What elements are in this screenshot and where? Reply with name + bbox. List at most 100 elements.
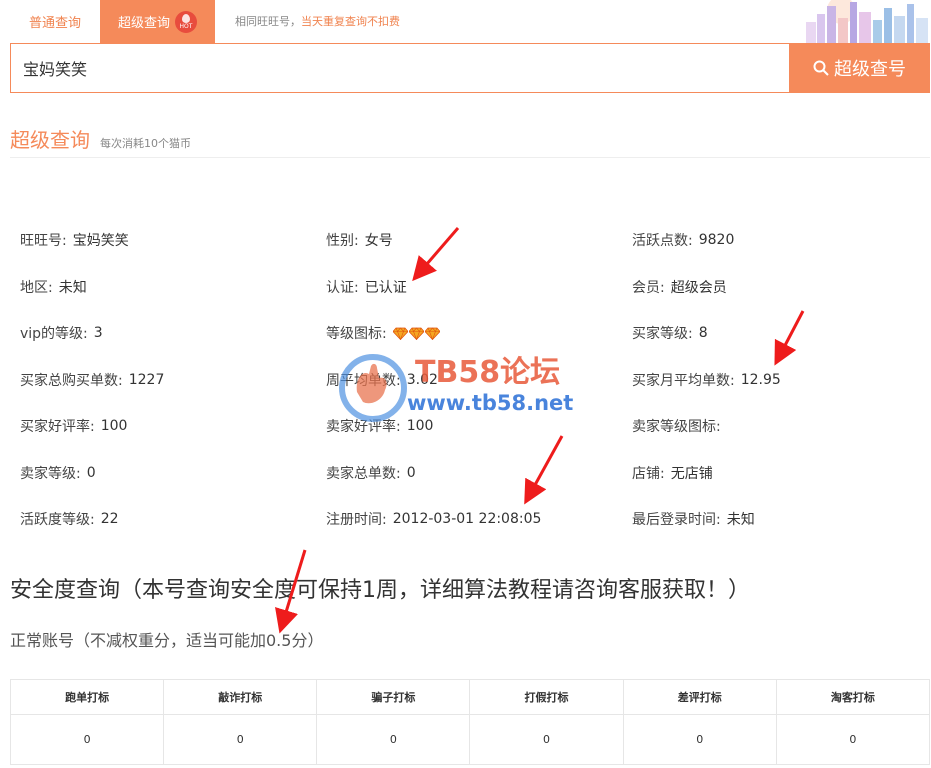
info-vip-level: vip的等级: 3 xyxy=(20,318,326,348)
info-level-icon: 等级图标: xyxy=(326,318,632,348)
info-value: 9820 xyxy=(698,232,735,248)
hot-badge-text: HOT xyxy=(179,22,193,30)
info-label: 会员: xyxy=(632,279,665,296)
tab-normal-query-label: 普通查询 xyxy=(28,16,81,31)
info-buyer-monthly-avg: 买家月平均单数: 12.95 xyxy=(632,365,930,395)
table-cell: 0 xyxy=(622,714,777,765)
info-shop: 店铺: 无店铺 xyxy=(632,458,930,488)
info-gender: 性别: 女号 xyxy=(326,225,632,255)
account-info-grid: 旺旺号: 宝妈笑笑 性别: 女号 活跃点数: 9820 地区: 未知 认证: 已认证 会员… xyxy=(20,225,930,551)
info-buyer-good-rate: 买家好评率: 100 xyxy=(20,411,326,441)
info-value: 超级会员 xyxy=(670,279,727,296)
info-value: 3 xyxy=(93,325,103,341)
info-value: 1227 xyxy=(128,371,165,388)
table-cell: 0 xyxy=(469,714,624,765)
tab-normal-query[interactable]: 普通查询 xyxy=(10,0,100,43)
info-value: 100 xyxy=(100,418,128,434)
info-label: 活跃点数: xyxy=(632,233,693,249)
info-last-login: 最后登录时间: 未知 xyxy=(632,504,930,534)
info-value: 未知 xyxy=(726,512,755,528)
info-label: 旺旺号: xyxy=(20,233,67,249)
tab-super-query[interactable]: 超级查询 HOT xyxy=(100,0,215,43)
info-seller-level: 卖家等级: 0 xyxy=(20,458,326,488)
section-header: 超级查询 每次消耗10个猫币 xyxy=(10,124,930,158)
info-label: 卖家好评率: xyxy=(326,419,401,435)
query-tabs: 普通查询 超级查询 HOT xyxy=(10,0,215,43)
info-label: 最后登录时间: xyxy=(632,512,721,528)
info-label: 卖家等级: xyxy=(20,465,81,482)
info-value: 22 xyxy=(100,511,119,527)
table-header: 敲诈打标 xyxy=(163,679,318,715)
diamond-icon xyxy=(424,327,440,340)
search-icon xyxy=(813,60,829,76)
table-header: 跑单打标 xyxy=(9,679,165,715)
info-label: 买家月平均单数: xyxy=(632,372,735,389)
tip-normal: 相同旺旺号， xyxy=(235,15,301,28)
super-search-button-label: 超级查号 xyxy=(834,59,906,80)
info-label: 认证: xyxy=(326,279,359,296)
info-seller-good-rate: 卖家好评率: 100 xyxy=(326,411,632,441)
info-value: 0 xyxy=(406,464,416,481)
table-header: 打假打标 xyxy=(469,679,624,715)
info-label: vip的等级: xyxy=(20,326,88,342)
table-header: 差评打标 xyxy=(622,679,777,715)
info-value: 未知 xyxy=(58,279,87,296)
info-wangwang: 旺旺号: 宝妈笑笑 xyxy=(20,225,326,255)
info-label: 地区: xyxy=(20,279,53,296)
super-search-button[interactable]: 超级查号 xyxy=(789,44,929,92)
hot-flame-icon: HOT xyxy=(175,10,197,33)
info-region: 地区: 未知 xyxy=(20,272,326,302)
table-cell: 0 xyxy=(775,714,931,765)
table-cell: 0 xyxy=(316,714,471,765)
safety-title: 安全度查询（本号查询安全度可保持1周，详细算法教程请咨询客服获取！） xyxy=(10,578,750,603)
info-seller-total-orders: 卖家总单数: 0 xyxy=(326,458,632,488)
info-label: 活跃度等级: xyxy=(20,512,95,528)
table-header: 淘客打标 xyxy=(775,679,931,715)
info-value: 2012-03-01 22:08:05 xyxy=(392,511,542,527)
info-label: 店铺: xyxy=(632,465,665,482)
info-buyer-total-orders: 买家总购买单数: 1227 xyxy=(20,365,326,395)
info-value: 无店铺 xyxy=(670,465,713,482)
table-header-row: 跑单打标 敲诈打标 骗子打标 打假打标 差评打标 淘客打标 xyxy=(9,679,931,715)
info-activity-level: 活跃度等级: 22 xyxy=(20,504,326,534)
info-value: 女号 xyxy=(364,233,393,249)
info-value: 已认证 xyxy=(364,279,407,296)
city-skyline-illustration xyxy=(801,0,931,43)
info-value: 100 xyxy=(406,418,434,434)
search-bar: 超级查号 xyxy=(10,43,930,93)
info-label: 买家等级: xyxy=(632,326,693,342)
info-member: 会员: 超级会员 xyxy=(632,272,930,302)
query-tip: 相同旺旺号，当天重复查询不扣费 xyxy=(235,13,400,29)
info-active-points: 活跃点数: 9820 xyxy=(632,225,930,255)
info-seller-level-icon: 卖家等级图标: xyxy=(632,411,930,441)
section-title: 超级查询 xyxy=(10,128,90,152)
info-verified: 认证: 已认证 xyxy=(326,272,632,302)
info-label: 买家总购买单数: xyxy=(20,372,123,389)
table-row: 0 0 0 0 0 0 xyxy=(9,714,931,765)
info-value: 宝妈笑笑 xyxy=(72,233,129,249)
info-value: 3.02 xyxy=(406,371,438,388)
tip-highlight: 当天重复查询不扣费 xyxy=(301,15,400,28)
info-value: 8 xyxy=(698,325,708,341)
info-weekly-avg-orders: 周平均单数: 3.02 xyxy=(326,365,632,395)
info-label: 卖家等级图标: xyxy=(632,419,721,435)
info-label: 性别: xyxy=(326,233,359,249)
safety-status: 正常账号（不减权重分，适当可能加0.5分） xyxy=(10,631,324,650)
info-label: 等级图标: xyxy=(326,326,387,342)
info-value: 12.95 xyxy=(740,371,781,388)
diamond-icon xyxy=(408,327,424,340)
info-value: 0 xyxy=(86,464,96,481)
section-subtitle: 每次消耗10个猫币 xyxy=(100,137,191,150)
info-label: 注册时间: xyxy=(326,512,387,528)
info-label: 卖家总单数: xyxy=(326,465,401,482)
wangwang-search-input[interactable] xyxy=(11,44,789,92)
info-label: 周平均单数: xyxy=(326,372,401,389)
info-label: 买家好评率: xyxy=(20,419,95,435)
table-cell: 0 xyxy=(163,714,318,765)
tag-stats-table: 跑单打标 敲诈打标 骗子打标 打假打标 差评打标 淘客打标 0 0 0 0 0 … xyxy=(9,679,931,765)
info-register-time: 注册时间: 2012-03-01 22:08:05 xyxy=(326,504,632,534)
table-header: 骗子打标 xyxy=(316,679,471,715)
table-cell: 0 xyxy=(9,714,165,765)
tab-super-query-label: 超级查询 xyxy=(117,16,170,31)
info-buyer-level: 买家等级: 8 xyxy=(632,318,930,348)
